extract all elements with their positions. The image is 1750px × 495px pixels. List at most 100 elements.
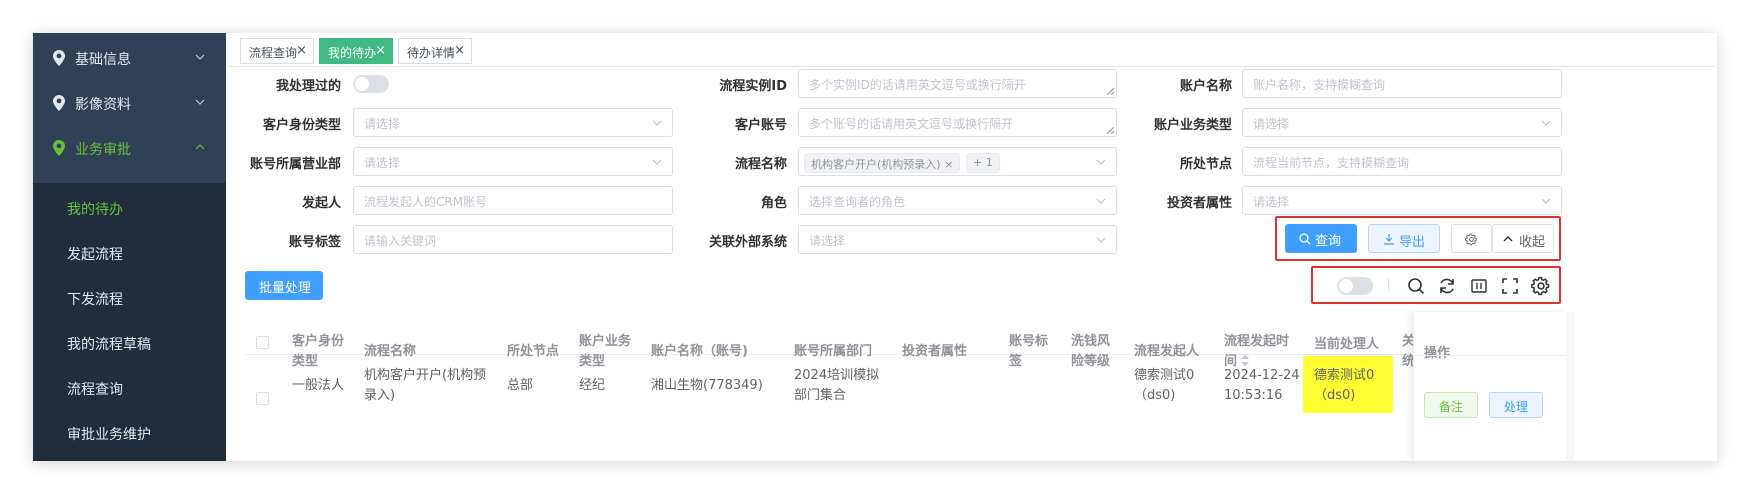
- column-settings-icon[interactable]: [1469, 276, 1489, 296]
- node-input[interactable]: 流程当前节点，支持模糊查询: [1242, 147, 1562, 176]
- note-button[interactable]: 备注: [1424, 392, 1478, 418]
- acct-biz-type-select[interactable]: 请选择: [1242, 108, 1562, 137]
- sidebar-item-my-todo[interactable]: 我的待办: [33, 183, 226, 233]
- chevron-down-icon: [652, 159, 662, 165]
- initiator-input[interactable]: 流程发起人的CRM账号: [353, 186, 673, 215]
- sidebar-group-label: 业务审批: [75, 142, 131, 158]
- select-all-checkbox[interactable]: [256, 336, 269, 349]
- filter-settings-button[interactable]: [1451, 224, 1492, 253]
- vertical-scrollbar[interactable]: [1566, 312, 1574, 461]
- tab-flow-query[interactable]: 流程查询 ×: [240, 38, 314, 64]
- location-pin-icon: [53, 95, 65, 111]
- initiator-label: 发起人: [301, 196, 341, 211]
- cust-account-textarea[interactable]: 多个账号的话请用英文逗号或换行隔开: [798, 108, 1117, 137]
- table-mode-toggle[interactable]: [1337, 277, 1373, 295]
- row-checkbox[interactable]: [256, 392, 269, 405]
- ext-system-select[interactable]: 请选择: [798, 225, 1117, 254]
- button-label: 备注: [1439, 400, 1464, 414]
- tab-label: 我的待办: [328, 46, 377, 60]
- sidebar-item-approval-maintenance[interactable]: 审批业务维护: [33, 408, 226, 458]
- handle-button[interactable]: 处理: [1489, 392, 1543, 418]
- placeholder: 请输入关键词: [364, 234, 437, 248]
- more-tags-badge: + 1: [966, 153, 1000, 173]
- acct-tag-label: 账号标签: [288, 235, 341, 250]
- cust-identity-label: 客户身份类型: [262, 118, 341, 133]
- sidebar-item-label: 发起流程: [67, 247, 123, 263]
- placeholder: 请选择: [364, 156, 401, 170]
- refresh-icon[interactable]: [1437, 276, 1457, 296]
- sidebar-item-label: 我的待办: [67, 202, 123, 218]
- tab-my-todo[interactable]: 我的待办 ×: [319, 38, 393, 64]
- tab-todo-detail[interactable]: 待办详情 ×: [398, 38, 472, 64]
- placeholder: 请选择: [364, 117, 401, 131]
- placeholder: 多个实例ID的话请用英文逗号或换行隔开: [809, 78, 1026, 92]
- cell-identity: 一般法人: [292, 378, 345, 393]
- role-select[interactable]: 选择查询者的角色: [798, 186, 1117, 215]
- sidebar-item-my-drafts[interactable]: 我的流程草稿: [33, 318, 226, 368]
- fullscreen-icon[interactable]: [1500, 276, 1520, 296]
- cell-flow-name: 机构客户开户(机构预 录入): [364, 368, 487, 403]
- placeholder: 流程发起人的CRM账号: [364, 195, 488, 209]
- cust-account-label: 客户账号: [734, 118, 787, 133]
- cust-identity-select[interactable]: 请选择: [353, 108, 673, 137]
- search-icon: [1299, 233, 1311, 245]
- acct-tag-input[interactable]: 请输入关键词: [353, 225, 673, 254]
- sort-icon[interactable]: [1241, 355, 1250, 366]
- cell-biz-type: 经纪: [579, 378, 606, 393]
- toggle-knob: [355, 77, 369, 91]
- account-name-input[interactable]: 账户名称，支持模糊查询: [1242, 69, 1562, 98]
- sidebar-group-business-approval[interactable]: 业务审批: [33, 123, 226, 173]
- gear-icon: [1465, 233, 1477, 246]
- query-button[interactable]: 查询: [1285, 224, 1357, 253]
- col-header-node: 所处节点: [507, 344, 560, 359]
- resize-handle-icon[interactable]: [1107, 88, 1114, 95]
- sidebar-item-issue-flow[interactable]: 下发流程: [33, 273, 226, 323]
- search-icon[interactable]: [1406, 276, 1426, 296]
- sidebar-group-image-data[interactable]: 影像资料: [33, 78, 226, 128]
- instance-id-textarea[interactable]: 多个实例ID的话请用英文逗号或换行隔开: [798, 69, 1117, 98]
- flow-name-select[interactable]: 机构客户开户(机构预录入) × + 1: [798, 147, 1117, 176]
- instance-id-label: 流程实例ID: [719, 79, 787, 94]
- col-header-account: 账户名称（账号): [651, 344, 748, 359]
- processed-toggle[interactable]: [353, 75, 389, 93]
- resize-handle-icon[interactable]: [1107, 127, 1114, 134]
- col-header-handler: 当前处理人: [1314, 335, 1379, 370]
- col-header-acct-tag: 账号标签: [1009, 334, 1049, 369]
- sidebar: 基础信息 影像资料 业务审批 我的待办 发起流程 下发流程 我的流程草稿 流程查…: [33, 33, 226, 461]
- col-header-initiator: 流程发起人: [1134, 344, 1200, 359]
- download-icon: [1384, 234, 1394, 245]
- role-label: 角色: [760, 196, 787, 211]
- chevron-down-icon: [1541, 198, 1551, 204]
- acct-biz-type-label: 账户业务类型: [1153, 118, 1232, 133]
- col-header-biz-type: 账户业务 类型: [579, 334, 632, 369]
- button-label: 处理: [1504, 400, 1529, 414]
- close-icon[interactable]: ×: [375, 43, 386, 58]
- chevron-down-icon: [195, 54, 205, 60]
- close-icon[interactable]: ×: [296, 43, 307, 58]
- close-icon[interactable]: ×: [454, 43, 465, 58]
- sidebar-group-basic-info[interactable]: 基础信息: [33, 33, 226, 83]
- col-header-actions: 操作: [1424, 346, 1451, 361]
- investor-attr-select[interactable]: 请选择: [1242, 186, 1562, 215]
- button-label: 收起: [1519, 235, 1546, 250]
- export-button[interactable]: 导出: [1368, 224, 1440, 253]
- processed-label: 我处理过的: [275, 79, 341, 94]
- app-window: 基础信息 影像资料 业务审批 我的待办 发起流程 下发流程 我的流程草稿 流程查…: [33, 33, 1717, 461]
- col-header-identity: 客户身份 类型: [292, 334, 345, 369]
- col-header-aml-risk: 洗钱风 险等级: [1071, 334, 1111, 369]
- sidebar-item-flow-query[interactable]: 流程查询: [33, 363, 226, 413]
- placeholder: 流程当前节点，支持模糊查询: [1253, 156, 1410, 170]
- collapse-button[interactable]: 收起: [1492, 224, 1554, 253]
- gear-icon[interactable]: [1531, 276, 1551, 296]
- chevron-down-icon: [1096, 237, 1106, 243]
- sidebar-item-start-flow[interactable]: 发起流程: [33, 228, 226, 278]
- sidebar-group-label: 基础信息: [75, 52, 131, 68]
- header-divider: [1414, 355, 1567, 356]
- acct-dept-select[interactable]: 请选择: [353, 147, 673, 176]
- chevron-down-icon: [195, 99, 205, 105]
- tab-label: 流程查询: [249, 46, 298, 60]
- chevron-up-icon: [1503, 236, 1513, 242]
- batch-process-button[interactable]: 批量处理: [245, 271, 323, 300]
- close-icon[interactable]: ×: [944, 158, 953, 171]
- cell-start-time: 2024-12-24 10:53:16: [1224, 368, 1300, 403]
